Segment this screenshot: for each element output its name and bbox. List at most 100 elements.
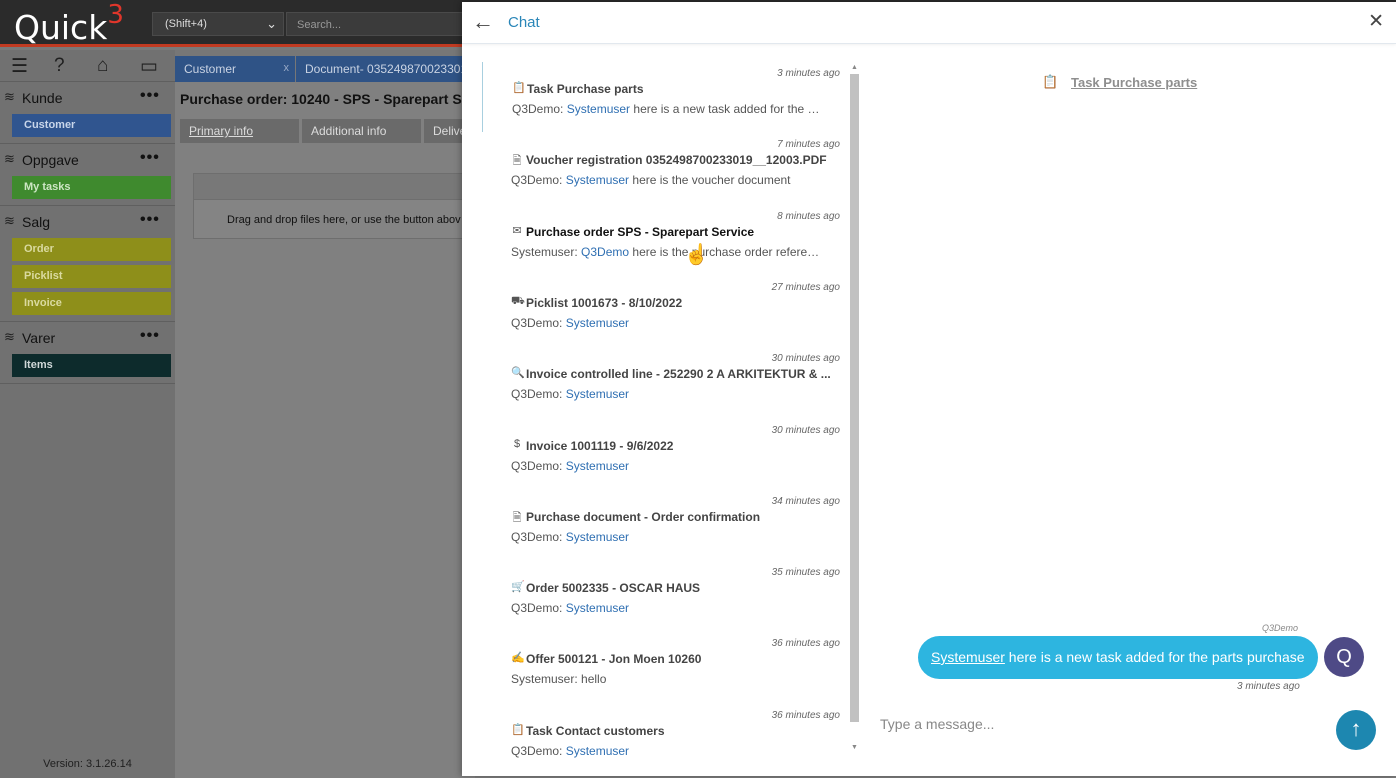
conversation-item[interactable]: 8 minutes ago ✉ Purchase order SPS - Spare… <box>482 205 842 275</box>
nav-group-header[interactable]: ≋ Oppgave ••• <box>0 148 175 172</box>
nav-item[interactable]: Items <box>12 354 171 377</box>
more-options-icon[interactable]: ••• <box>140 211 160 229</box>
nav-group-header[interactable]: ≋ Varer ••• <box>0 326 175 350</box>
dropzone-text: Drag and drop files here, or use the but… <box>227 214 461 226</box>
message-mention[interactable]: Systemuser <box>931 649 1005 665</box>
preview-user[interactable]: Systemuser <box>566 601 629 615</box>
layers-icon: ≋ <box>4 151 15 166</box>
conversation-item[interactable]: 30 minutes ago $ Invoice 1001119 - 9/6/202… <box>482 419 842 489</box>
page-title: Purchase order: 10240 - SPS - Sparepart … <box>180 91 475 107</box>
close-icon[interactable]: ✕ <box>1368 10 1384 33</box>
global-search-input[interactable]: Search... <box>286 12 466 36</box>
conversation-title: Purchase order SPS - Sparepart Service <box>526 224 755 239</box>
preview-prefix: Q3Demo: <box>511 529 563 544</box>
more-options-icon[interactable]: ••• <box>140 87 160 105</box>
hand-cursor-icon: ☝ <box>684 244 709 266</box>
conversation-item[interactable]: 7 minutes ago 🗎 Voucher registration 03524… <box>482 133 842 203</box>
conversation-time: 30 minutes ago <box>771 424 840 436</box>
conversation-time: 7 minutes ago <box>777 139 840 151</box>
close-tab-icon[interactable]: x <box>284 62 290 74</box>
main-content: Purchase order: 10240 - SPS - Sparepart … <box>175 82 484 778</box>
nav-group-header[interactable]: ≋ Salg ••• <box>0 210 175 234</box>
preview-user[interactable]: Systemuser <box>566 173 629 187</box>
conversation-time: 34 minutes ago <box>771 495 840 507</box>
conversation-preview: Q3Demo: Systemuser here is a new task ad… <box>512 102 822 116</box>
file-dropzone[interactable]: Drag and drop files here, or use the but… <box>193 173 483 239</box>
envelope-icon: ✉ <box>512 224 522 237</box>
nav-item[interactable]: Customer <box>12 114 171 137</box>
collapse-menu-icon[interactable]: ☰ <box>11 55 28 78</box>
preview-prefix: Q3Demo: <box>511 387 563 402</box>
more-options-icon[interactable]: ••• <box>140 149 160 167</box>
left-navigation: ☰ ? ⌂ ▭ ≋ Kunde ••• Customer ≋ Oppgave ••• My t… <box>0 50 175 778</box>
conversation-time: 36 minutes ago <box>771 709 840 721</box>
more-options-icon[interactable]: ••• <box>140 327 160 345</box>
conversation-title: Purchase document - Order confirmation <box>526 509 761 524</box>
conversation-preview: Q3Demo: Systemuser here is the voucher d… <box>511 173 791 187</box>
chat-panel: ← Chat ✕ 3 minutes ago 📋 Task Purchase par… <box>462 2 1396 776</box>
preview-user[interactable]: Systemuser <box>566 387 629 401</box>
scrollbar-thumb[interactable] <box>850 74 859 722</box>
preview-prefix: Q3Demo: <box>512 102 564 116</box>
preview-prefix: Systemuser: <box>511 672 578 687</box>
nav-group-name: Kunde <box>22 90 63 106</box>
arrow-up-icon: ↑ <box>1350 716 1362 741</box>
message-input[interactable] <box>880 713 1320 735</box>
back-arrow-icon[interactable]: ← <box>472 9 494 35</box>
layers-icon: ≋ <box>4 329 15 344</box>
nav-item[interactable]: Invoice <box>12 292 171 315</box>
preview-prefix: Systemuser: <box>511 244 578 259</box>
tab-document[interactable]: Document- 035249870023301 <box>296 56 475 82</box>
thread-title[interactable]: Task Purchase parts <box>1071 75 1197 90</box>
conversation-time: 8 minutes ago <box>777 210 840 222</box>
nav-item[interactable]: Picklist <box>12 265 171 288</box>
nav-item[interactable]: My tasks <box>12 176 171 199</box>
nav-item[interactable]: Order <box>12 238 171 261</box>
conversation-item[interactable]: 34 minutes ago 🗎 Purchase document - Order… <box>482 490 842 560</box>
message-time: 3 minutes ago <box>1237 681 1300 692</box>
nav-toolbar: ☰ ? ⌂ ▭ <box>0 50 175 82</box>
dollar-icon: $ <box>513 437 521 450</box>
message-bubble: Systemuser here is a new task added for … <box>918 636 1318 679</box>
preview-user[interactable]: Systemuser <box>566 744 629 758</box>
conversation-preview: Q3Demo: Systemuser <box>511 316 629 330</box>
message-sender: Q3Demo <box>1262 623 1299 633</box>
conversation-item[interactable]: 27 minutes ago ⛟ Picklist 1001673 - 8/10/2… <box>482 276 842 346</box>
conversation-preview: Systemuser: hello <box>511 672 606 686</box>
conversation-item[interactable]: 35 minutes ago 🛒 Order 5002335 - OSCAR HAU… <box>482 561 842 631</box>
conversation-item[interactable]: 3 minutes ago 📋 Task Purchase parts Q3Demo:… <box>482 62 842 132</box>
conversation-time: 27 minutes ago <box>771 281 840 293</box>
nav-group: ≋ Varer ••• Items <box>0 322 175 384</box>
conversation-item[interactable]: 36 minutes ago ✍ Offer 500121 - Jon Moen 1… <box>482 632 842 702</box>
nav-group-header[interactable]: ≋ Kunde ••• <box>0 86 175 110</box>
preview-user[interactable]: Systemuser <box>566 459 629 473</box>
version-label: Version: 3.1.26.14 <box>43 758 132 770</box>
preview-user[interactable]: Systemuser <box>566 316 629 330</box>
nav-groups: ≋ Kunde ••• Customer ≋ Oppgave ••• My tasks ≋ Sal… <box>0 82 175 384</box>
send-button[interactable]: ↑ <box>1336 710 1376 750</box>
shortcut-select[interactable]: (Shift+4) ⌄ <box>152 12 284 36</box>
home-icon[interactable]: ⌂ <box>97 55 108 77</box>
conversation-item[interactable]: 30 minutes ago 🔍 Invoice controlled line -… <box>482 347 842 417</box>
window-icon[interactable]: ▭ <box>140 55 158 78</box>
conversation-title: Invoice controlled line - 252290 2 A ARK… <box>526 367 831 382</box>
subtab-primary-info[interactable]: Primary info <box>180 119 299 143</box>
document-icon: 🗎 <box>512 511 522 524</box>
help-icon[interactable]: ? <box>54 55 65 77</box>
scroll-down-icon[interactable]: ▼ <box>850 744 859 751</box>
conversation-scrollbar[interactable]: ▲ ▼ <box>850 64 859 751</box>
preview-user[interactable]: Systemuser <box>567 102 630 116</box>
conversation-item[interactable]: 36 minutes ago 📋 Task Contact customers Q3D… <box>482 704 842 774</box>
app-logo: Quick3 <box>14 0 124 47</box>
conversation-time: 30 minutes ago <box>771 353 840 365</box>
preview-user[interactable]: Q3Demo <box>581 245 629 259</box>
conversation-preview: Systemuser: Q3Demo here is the purchase … <box>511 245 821 259</box>
nav-group: ≋ Salg ••• Order Picklist Invoice <box>0 206 175 322</box>
preview-user[interactable]: Systemuser <box>566 530 629 544</box>
subtab-additional-info[interactable]: Additional info <box>302 119 421 143</box>
conversation-title: Task Contact customers <box>526 723 665 738</box>
task-icon: 📋 <box>511 723 525 736</box>
scroll-up-icon[interactable]: ▲ <box>850 64 859 71</box>
truck-icon: ⛟ <box>511 294 525 307</box>
tab-customer[interactable]: Customer x <box>175 56 295 82</box>
